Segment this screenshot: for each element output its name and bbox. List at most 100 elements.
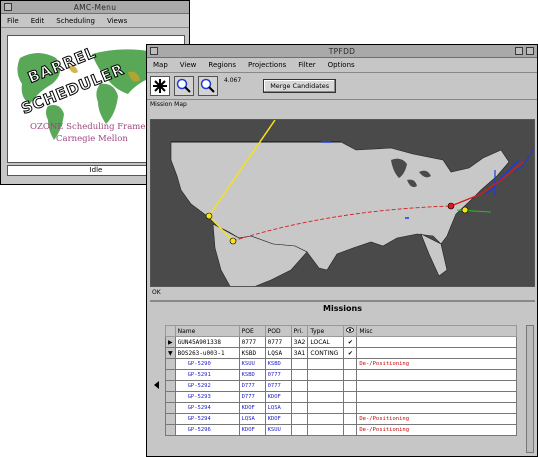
map-status-bar: OK [152, 289, 161, 296]
missions-left-gutter[interactable] [151, 325, 163, 453]
mission-poe: LQSA [238, 413, 266, 425]
col-name-header[interactable]: Name [174, 325, 240, 337]
minimize-icon[interactable] [515, 47, 523, 55]
expand-toggle[interactable]: ▶ [165, 336, 176, 348]
mission-visible-checkbox[interactable] [343, 391, 358, 403]
mission-poe: KSUU [238, 358, 266, 370]
mission-visible-checkbox[interactable] [343, 369, 358, 381]
zoom-in-button[interactable] [174, 76, 194, 96]
menu-map[interactable]: Map [147, 61, 174, 69]
mission-poe: KSBD [238, 369, 266, 381]
mission-row[interactable]: GP-5291 KSBD 0777 [165, 369, 518, 381]
mission-visible-checkbox[interactable] [343, 380, 358, 392]
mission-name: GP-5291 [174, 369, 240, 381]
expand-toggle[interactable] [165, 369, 176, 381]
amc-menu-scheduling[interactable]: Scheduling [50, 17, 101, 25]
col-poe-header[interactable]: POE [238, 325, 266, 337]
mission-type [307, 380, 345, 392]
expand-toggle[interactable] [165, 380, 176, 392]
amc-menu-file[interactable]: File [1, 17, 25, 25]
mission-name: GP-5290 [174, 358, 240, 370]
scroll-left-arrow-icon[interactable] [151, 325, 163, 453]
expand-toggle[interactable] [165, 413, 176, 425]
maximize-icon[interactable] [526, 47, 534, 55]
mission-type [307, 391, 345, 403]
mission-pod: LQSA [264, 347, 292, 359]
mission-pri [290, 413, 309, 425]
mission-row[interactable]: GP-5293 D777 KDOF [165, 391, 518, 403]
amc-menu-views[interactable]: Views [101, 17, 133, 25]
select-tool-button[interactable] [150, 76, 170, 96]
mission-row[interactable]: GP-5294 LQSA KDOF De-/Positioning [165, 413, 518, 425]
zoom-out-button[interactable] [198, 76, 218, 96]
map-toolbar: 4.067 Merge Candidates [147, 73, 537, 100]
mission-visible-checkbox[interactable]: ✔ [343, 336, 358, 348]
mission-pri: 3A1 [290, 347, 309, 359]
mission-visible-checkbox[interactable] [343, 424, 358, 436]
mission-name: GP-5292 [174, 380, 240, 392]
missions-header-bar [150, 314, 535, 324]
mission-name: GP-5296 [174, 424, 240, 436]
mission-row[interactable]: GP-5294 KDOF LQSA [165, 402, 518, 414]
tpfdd-window-title: TPFDD [328, 46, 356, 56]
col-view-header[interactable] [343, 325, 358, 337]
mission-visible-checkbox[interactable] [343, 402, 358, 414]
mission-pri [290, 391, 309, 403]
col-pod-header[interactable]: POD [264, 325, 292, 337]
us-map-canvas[interactable] [151, 120, 535, 287]
amc-menubar: File Edit Scheduling Views [1, 14, 189, 28]
mission-poe: KDOF [238, 402, 266, 414]
expand-toggle[interactable]: ▼ [165, 347, 176, 359]
mission-row[interactable]: GP-5290 KSUU KSBD De-/Positioning [165, 358, 518, 370]
mission-pod: KSBD [264, 358, 292, 370]
col-misc-header[interactable]: Misc [356, 325, 518, 337]
window-menu-icon[interactable] [4, 3, 12, 11]
mission-row[interactable]: ▼ BOS263-u003-1 KSBD LQSA 3A1 CONTING ✔ [165, 347, 518, 359]
mission-type: LOCAL [307, 336, 345, 348]
mission-pod: 0777 [264, 336, 292, 348]
mission-name: GP-5294 [174, 413, 240, 425]
mission-visible-checkbox[interactable] [343, 358, 358, 370]
expand-toggle[interactable] [165, 402, 176, 414]
menu-view[interactable]: View [174, 61, 203, 69]
mission-pod: KDOF [264, 413, 292, 425]
mission-visible-checkbox[interactable]: ✔ [343, 347, 358, 359]
window-menu-icon[interactable] [150, 47, 158, 55]
mission-row[interactable]: GP-5296 KDOF KSUU De-/Positioning [165, 424, 518, 436]
mission-visible-checkbox[interactable] [343, 413, 358, 425]
col-type-header[interactable]: Type [307, 325, 345, 337]
amc-titlebar[interactable]: AMC-Menu [1, 1, 189, 14]
mission-row[interactable]: ▶ GUN45A901338 0777 0777 3A2 LOCAL ✔ [165, 336, 518, 348]
mission-type [307, 413, 345, 425]
expand-toggle[interactable] [165, 391, 176, 403]
mission-type: CONTING [307, 347, 345, 359]
missions-vertical-scrollbar[interactable] [526, 325, 534, 453]
mission-poe: KSBD [238, 347, 266, 359]
expand-toggle[interactable] [165, 424, 176, 436]
menu-filter[interactable]: Filter [292, 61, 321, 69]
asterisk-icon [153, 79, 167, 93]
missions-header-row: Name POE POD Pri. Type Misc [165, 325, 518, 337]
mission-type [307, 424, 345, 436]
expand-toggle[interactable] [165, 358, 176, 370]
merge-candidates-button[interactable]: Merge Candidates [263, 79, 337, 93]
missions-table: Name POE POD Pri. Type Misc ▶ GUN45A90133… [165, 325, 518, 436]
menu-regions[interactable]: Regions [202, 61, 242, 69]
mission-pri [290, 402, 309, 414]
mission-pod: 0777 [264, 380, 292, 392]
mission-misc [356, 391, 518, 403]
mission-map[interactable] [150, 119, 535, 287]
mission-pri [290, 380, 309, 392]
mission-poe: KDOF [238, 424, 266, 436]
amc-menu-edit[interactable]: Edit [25, 17, 51, 25]
mission-name: BOS263-u003-1 [174, 347, 240, 359]
tpfdd-titlebar[interactable]: TPFDD [147, 45, 537, 58]
col-pri-header[interactable]: Pri. [290, 325, 309, 337]
magnifier-icon [200, 78, 215, 93]
mission-misc [356, 336, 518, 348]
mission-misc: De-/Positioning [356, 413, 518, 425]
magnifier-icon [176, 78, 191, 93]
menu-options[interactable]: Options [322, 61, 361, 69]
mission-row[interactable]: GP-5292 D777 0777 [165, 380, 518, 392]
menu-projections[interactable]: Projections [242, 61, 292, 69]
